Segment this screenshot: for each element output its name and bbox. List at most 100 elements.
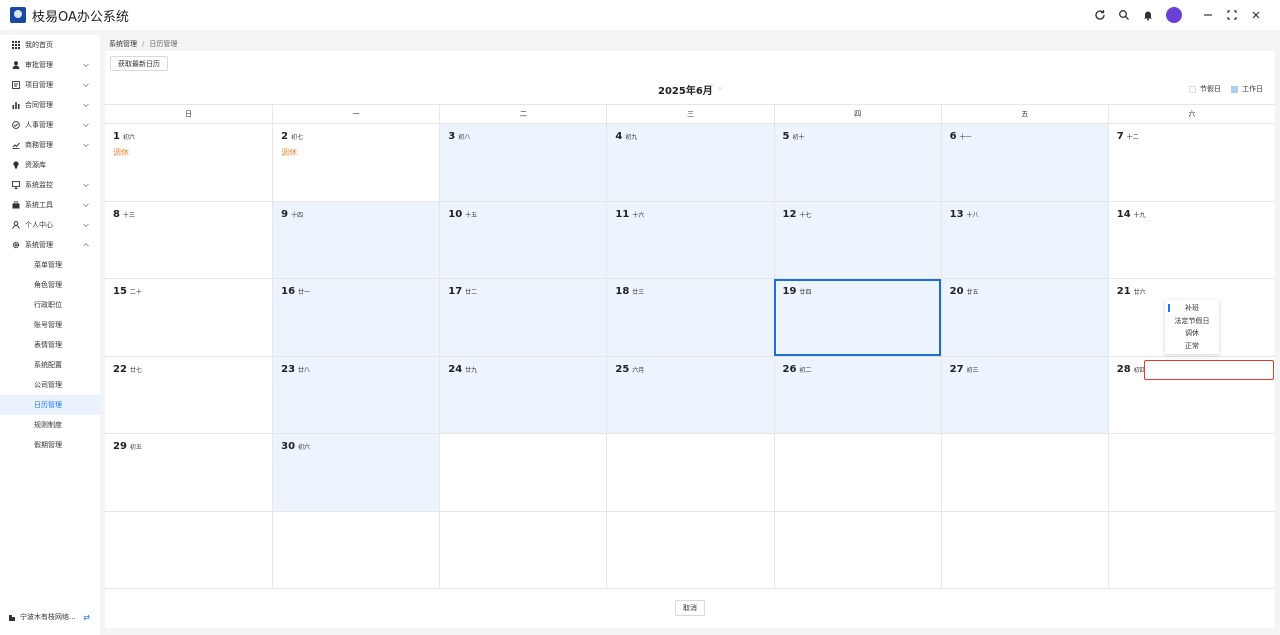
sidebar-item-tools[interactable]: 系统工具	[0, 195, 100, 215]
day-type-option[interactable]: 补班	[1165, 302, 1219, 315]
sidebar-item-profile[interactable]: 个人中心	[0, 215, 100, 235]
calendar-day-cell[interactable]: 30 初六	[272, 434, 440, 511]
sidebar-subitem-menu[interactable]: 菜单管理	[0, 255, 100, 275]
weekday-label: 二	[439, 105, 606, 123]
user-avatar[interactable]	[1166, 7, 1182, 23]
day-number: 22 廿七	[113, 364, 142, 375]
bell-icon[interactable]	[1136, 3, 1160, 27]
day-type-option[interactable]: 正常	[1165, 340, 1219, 353]
sidebar-item-approval[interactable]: 审批管理	[0, 55, 100, 75]
month-switch-icon[interactable]: ⌃ ⌄	[709, 83, 723, 91]
close-icon[interactable]	[1244, 3, 1268, 27]
sidebar-subitem-calendar[interactable]: 日历管理	[0, 395, 100, 415]
calendar-day-cell[interactable]: 20 廿五	[940, 279, 1108, 356]
sidebar-subitem-roles[interactable]: 角色管理	[0, 275, 100, 295]
calendar-day-cell[interactable]	[1107, 511, 1275, 588]
calendar-day-cell[interactable]: 23 廿八	[272, 356, 440, 433]
calendar-day-cell[interactable]: 26 初二	[773, 356, 941, 433]
calendar-day-cell[interactable]: 17 廿二	[439, 279, 607, 356]
company-switcher[interactable]: 宁波木有枝网络... ⇄	[0, 609, 100, 625]
sidebar-subitem-positions[interactable]: 行政职位	[0, 295, 100, 315]
fetch-latest-calendar-button[interactable]: 获取最新日历	[110, 56, 168, 71]
chevron-down-icon	[83, 203, 89, 208]
calendar-day-cell[interactable]: 24 廿九	[439, 356, 607, 433]
lunar-date: 十九	[1133, 211, 1146, 219]
sidebar-subitem-emoji[interactable]: 表情管理	[0, 335, 100, 355]
lunar-date: 十六	[632, 211, 645, 219]
calendar-day-cell[interactable]: 10 十五	[439, 201, 607, 278]
sidebar-subitem-config[interactable]: 系统配置	[0, 355, 100, 375]
lunar-date: 初九	[625, 134, 638, 141]
sidebar-item-home[interactable]: 我的首页	[0, 35, 100, 55]
calendar-day-cell[interactable]	[439, 434, 607, 511]
calendar-day-cell[interactable]: 11 十六	[606, 201, 774, 278]
calendar-day-cell[interactable]: 18 廿三	[606, 279, 774, 356]
calendar-day-cell[interactable]: 25 六月	[606, 356, 774, 433]
sidebar-item-hr[interactable]: 人事管理	[0, 115, 100, 135]
sidebar-item-system[interactable]: 系统管理	[0, 235, 100, 255]
calendar-day-cell[interactable]	[940, 511, 1108, 588]
calendar-day-cell[interactable]: 19 廿四	[773, 279, 941, 356]
calendar-day-cell[interactable]	[105, 511, 273, 588]
maximize-icon[interactable]	[1220, 3, 1244, 27]
day-type-select[interactable]	[1144, 360, 1274, 380]
day-type-option[interactable]: 调休	[1165, 327, 1219, 340]
calendar-day-cell[interactable]: 14 十九	[1107, 201, 1275, 278]
calendar-day-cell[interactable]: 2 初七 调休	[272, 124, 440, 201]
day-type-option[interactable]: 法定节假日	[1165, 315, 1219, 328]
calendar-day-cell[interactable]: 15 二十	[105, 279, 273, 356]
calendar-day-cell[interactable]: 8 十三	[105, 201, 273, 278]
sidebar-item-resources[interactable]: 资源库	[0, 155, 100, 175]
day-number: 23 廿八	[281, 364, 310, 375]
month-selector[interactable]: 2025年6月	[658, 82, 713, 97]
calendar-week-row: 22 廿七 23 廿八 24 廿九 25 六月 26 初二 27 初三 28 初四	[105, 356, 1275, 434]
sidebar-subitem-company[interactable]: 公司管理	[0, 375, 100, 395]
calendar-day-cell[interactable]: 29 初五	[105, 434, 273, 511]
sidebar-subitem-rules[interactable]: 规则制度	[0, 415, 100, 435]
day-number: 15 二十	[113, 286, 142, 297]
calendar-day-cell[interactable]: 16 廿一	[272, 279, 440, 356]
sidebar-subitem-leave[interactable]: 假期管理	[0, 435, 100, 455]
day-number: 6 十一	[950, 131, 972, 142]
calendar-day-cell[interactable]: 5 初十	[773, 124, 941, 201]
lunar-date: 初二	[799, 366, 812, 374]
calendar-day-cell[interactable]	[606, 511, 774, 588]
calendar-day-cell[interactable]: 1 初六 调休	[105, 124, 273, 201]
calendar-day-cell[interactable]: 22 廿七	[105, 356, 273, 433]
weekday-label: 日	[185, 110, 193, 118]
calendar-day-cell[interactable]	[606, 434, 774, 511]
calendar-day-cell[interactable]: 9 十四	[272, 201, 440, 278]
minimize-icon[interactable]	[1196, 3, 1220, 27]
refresh-icon[interactable]	[1088, 3, 1112, 27]
calendar-day-cell[interactable]	[773, 434, 941, 511]
sidebar-item-contract[interactable]: 合同管理	[0, 95, 100, 115]
calendar-day-cell[interactable]: 6 十一	[940, 124, 1108, 201]
calendar-day-cell[interactable]: 3 初八	[439, 124, 607, 201]
legend-workday-label: 工作日	[1242, 85, 1263, 93]
calendar-day-cell[interactable]	[439, 511, 607, 588]
calendar-week-row: 29 初五 30 初六	[105, 434, 1275, 512]
day-number-text: 9	[281, 208, 289, 220]
day-type-dropdown: 补班 法定节假日 调休 正常	[1165, 300, 1219, 354]
calendar-day-cell[interactable]	[773, 511, 941, 588]
swap-icon[interactable]: ⇄	[83, 613, 90, 622]
sidebar-item-project[interactable]: 项目管理	[0, 75, 100, 95]
sidebar-item-business[interactable]: 商務管理	[0, 135, 100, 155]
cancel-button[interactable]: 取消	[675, 600, 705, 616]
calendar-day-cell[interactable]: 13 十八	[940, 201, 1108, 278]
calendar-day-cell[interactable]	[940, 434, 1108, 511]
sidebar-item-monitor[interactable]: 系统监控	[0, 175, 100, 195]
lunar-date: 初十	[792, 134, 805, 141]
sidebar-subitem-accounts[interactable]: 账号管理	[0, 315, 100, 335]
breadcrumb-parent[interactable]: 系统管理	[109, 39, 137, 49]
breadcrumb-separator: /	[142, 40, 145, 48]
search-icon[interactable]	[1112, 3, 1136, 27]
calendar-day-cell[interactable]: 12 十七	[773, 201, 941, 278]
calendar-day-cell[interactable]: 27 初三	[940, 356, 1108, 433]
lunar-date: 初六	[122, 134, 135, 141]
calendar-day-cell[interactable]	[1107, 434, 1275, 511]
calendar-day-cell[interactable]	[272, 511, 440, 588]
day-number-text: 11	[615, 208, 630, 220]
calendar-day-cell[interactable]: 4 初九	[606, 124, 774, 201]
calendar-day-cell[interactable]: 7 十二	[1107, 124, 1275, 201]
